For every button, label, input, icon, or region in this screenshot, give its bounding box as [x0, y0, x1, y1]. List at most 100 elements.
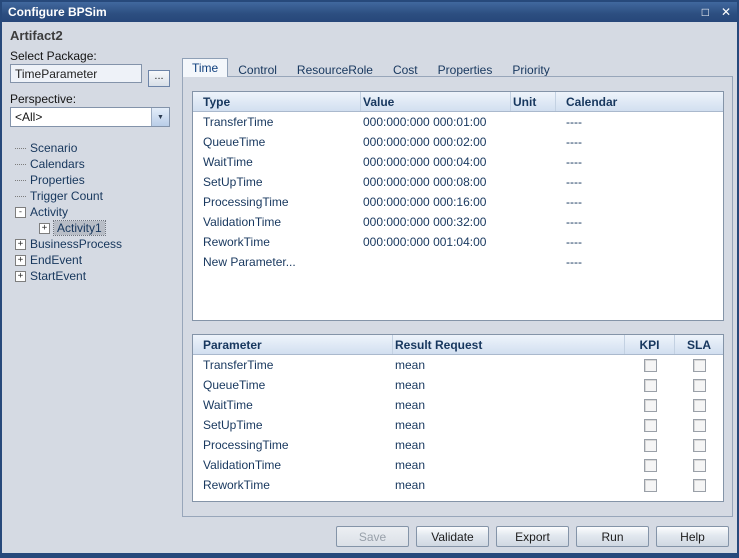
cell-value[interactable]: 000:000:000 000:08:00 [361, 175, 511, 189]
cell-parameter[interactable]: TransferTime [193, 358, 393, 372]
tab-properties[interactable]: Properties [428, 60, 503, 77]
table-row[interactable]: ProcessingTime 000:000:000 000:16:00 ---… [193, 192, 723, 212]
column-header-unit[interactable]: Unit [511, 92, 556, 111]
tree-item-startevent[interactable]: + StartEvent [8, 268, 178, 284]
table-row[interactable]: SetUpTime mean [193, 415, 723, 435]
cell-type[interactable]: QueueTime [193, 135, 361, 149]
tree-item-label[interactable]: Trigger Count [30, 189, 103, 203]
sla-checkbox[interactable] [693, 399, 706, 412]
run-button[interactable]: Run [576, 526, 649, 547]
tree-item-businessprocess[interactable]: + BusinessProcess [8, 236, 178, 252]
help-button[interactable]: Help [656, 526, 729, 547]
cell-calendar[interactable]: ---- [556, 195, 723, 209]
cell-calendar[interactable]: ---- [556, 115, 723, 129]
tab-control[interactable]: Control [228, 60, 287, 77]
sla-checkbox[interactable] [693, 479, 706, 492]
tree-item-label-selected[interactable]: Activity1 [54, 221, 105, 235]
browse-button[interactable]: ... [148, 70, 170, 87]
table-row[interactable]: QueueTime 000:000:000 000:02:00 ---- [193, 132, 723, 152]
cell-calendar[interactable]: ---- [556, 235, 723, 249]
column-header-parameter[interactable]: Parameter [193, 335, 393, 354]
titlebar[interactable]: Configure BPSim □ ✕ [2, 2, 737, 22]
cell-value[interactable]: 000:000:000 000:04:00 [361, 155, 511, 169]
tab-resourcerole[interactable]: ResourceRole [287, 60, 383, 77]
column-header-kpi[interactable]: KPI [625, 335, 675, 354]
tree-item-calendars[interactable]: Calendars [8, 156, 178, 172]
cell-type[interactable]: SetUpTime [193, 175, 361, 189]
cell-calendar[interactable]: ---- [556, 155, 723, 169]
kpi-checkbox[interactable] [644, 419, 657, 432]
expand-icon[interactable]: + [15, 271, 26, 282]
save-button[interactable]: Save [336, 526, 409, 547]
tree-item-label[interactable]: Scenario [30, 141, 77, 155]
kpi-checkbox[interactable] [644, 439, 657, 452]
kpi-checkbox[interactable] [644, 379, 657, 392]
maximize-icon[interactable]: □ [702, 5, 709, 19]
cell-parameter[interactable]: ProcessingTime [193, 438, 393, 452]
column-header-result-request[interactable]: Result Request [393, 335, 625, 354]
tree-item-label[interactable]: EndEvent [30, 253, 82, 267]
cell-type[interactable]: WaitTime [193, 155, 361, 169]
cell-value[interactable]: 000:000:000 001:04:00 [361, 235, 511, 249]
cell-result-request[interactable]: mean [393, 458, 625, 472]
tree-item-trigger-count[interactable]: Trigger Count [8, 188, 178, 204]
table-row[interactable]: TransferTime 000:000:000 000:01:00 ---- [193, 112, 723, 132]
tree-item-activity1[interactable]: + Activity1 [32, 220, 178, 236]
tree-item-properties[interactable]: Properties [8, 172, 178, 188]
cell-parameter[interactable]: ReworkTime [193, 478, 393, 492]
table-row[interactable]: SetUpTime 000:000:000 000:08:00 ---- [193, 172, 723, 192]
tree-item-label[interactable]: Activity [30, 205, 68, 219]
cell-value[interactable]: 000:000:000 000:02:00 [361, 135, 511, 149]
kpi-checkbox[interactable] [644, 479, 657, 492]
cell-result-request[interactable]: mean [393, 438, 625, 452]
cell-result-request[interactable]: mean [393, 358, 625, 372]
package-input[interactable]: TimeParameter [10, 64, 142, 83]
cell-type[interactable]: TransferTime [193, 115, 361, 129]
kpi-checkbox[interactable] [644, 459, 657, 472]
cell-result-request[interactable]: mean [393, 478, 625, 492]
tree-item-scenario[interactable]: Scenario [8, 140, 178, 156]
tree-item-label[interactable]: BusinessProcess [30, 237, 122, 251]
column-header-value[interactable]: Value [361, 92, 511, 111]
perspective-select[interactable]: <All> ▼ [10, 107, 170, 127]
tree-item-endevent[interactable]: + EndEvent [8, 252, 178, 268]
tree-item-label[interactable]: Properties [30, 173, 85, 187]
sla-checkbox[interactable] [693, 359, 706, 372]
sla-checkbox[interactable] [693, 379, 706, 392]
tab-priority[interactable]: Priority [502, 60, 559, 77]
table-row[interactable]: WaitTime mean [193, 395, 723, 415]
cell-calendar[interactable]: ---- [556, 175, 723, 189]
column-header-sla[interactable]: SLA [675, 335, 723, 354]
expand-icon[interactable]: + [15, 255, 26, 266]
table-row[interactable]: ValidationTime 000:000:000 000:32:00 ---… [193, 212, 723, 232]
tab-time[interactable]: Time [182, 58, 228, 77]
kpi-checkbox[interactable] [644, 399, 657, 412]
export-button[interactable]: Export [496, 526, 569, 547]
cell-parameter[interactable]: ValidationTime [193, 458, 393, 472]
cell-parameter[interactable]: QueueTime [193, 378, 393, 392]
cell-value[interactable]: 000:000:000 000:16:00 [361, 195, 511, 209]
chevron-down-icon[interactable]: ▼ [151, 108, 169, 126]
table-row[interactable]: ValidationTime mean [193, 455, 723, 475]
table-row[interactable]: ReworkTime mean [193, 475, 723, 495]
cell-value[interactable]: 000:000:000 000:01:00 [361, 115, 511, 129]
table-row[interactable]: ProcessingTime mean [193, 435, 723, 455]
cell-type[interactable]: New Parameter... [193, 255, 361, 269]
expand-icon[interactable]: + [15, 239, 26, 250]
tab-cost[interactable]: Cost [383, 60, 428, 77]
table-row[interactable]: QueueTime mean [193, 375, 723, 395]
sla-checkbox[interactable] [693, 459, 706, 472]
cell-type[interactable]: ReworkTime [193, 235, 361, 249]
cell-type[interactable]: ValidationTime [193, 215, 361, 229]
cell-parameter[interactable]: SetUpTime [193, 418, 393, 432]
kpi-checkbox[interactable] [644, 359, 657, 372]
close-icon[interactable]: ✕ [721, 5, 731, 19]
tree-item-label[interactable]: Calendars [30, 157, 85, 171]
cell-parameter[interactable]: WaitTime [193, 398, 393, 412]
sla-checkbox[interactable] [693, 419, 706, 432]
cell-value[interactable]: 000:000:000 000:32:00 [361, 215, 511, 229]
column-header-calendar[interactable]: Calendar [556, 92, 723, 111]
cell-type[interactable]: ProcessingTime [193, 195, 361, 209]
cell-calendar[interactable]: ---- [556, 135, 723, 149]
column-header-type[interactable]: Type [193, 92, 361, 111]
